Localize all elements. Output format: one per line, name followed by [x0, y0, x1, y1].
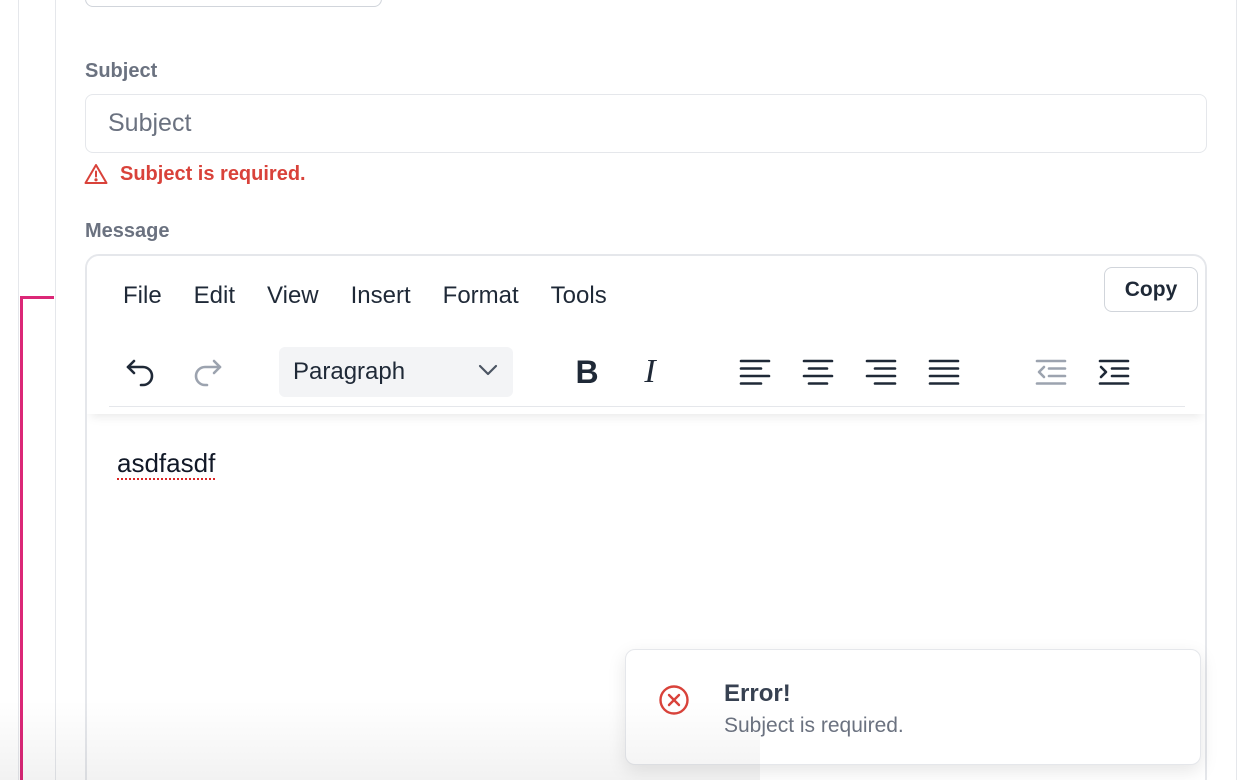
bold-button[interactable]: B: [565, 350, 609, 394]
menu-view[interactable]: View: [251, 282, 335, 310]
editor-header: File Edit View Insert Format Tools Copy: [87, 256, 1205, 414]
outdent-icon: [1035, 358, 1067, 386]
toast-message: Subject is required.: [724, 714, 904, 737]
subject-label: Subject: [85, 60, 158, 82]
subject-error-text: Subject is required.: [120, 162, 306, 185]
content-border: [1236, 0, 1237, 780]
message-label: Message: [85, 220, 170, 242]
align-justify-button[interactable]: [922, 350, 966, 394]
menu-insert[interactable]: Insert: [335, 282, 427, 310]
editor-text: asdfasdf: [117, 448, 216, 478]
warning-icon: [84, 163, 108, 185]
outdent-button[interactable]: [1029, 350, 1073, 394]
menu-tools[interactable]: Tools: [535, 282, 623, 310]
toast-title: Error!: [724, 680, 791, 707]
italic-icon: I: [644, 353, 656, 390]
previous-field[interactable]: [85, 0, 382, 7]
error-toast: Error! Subject is required.: [625, 649, 1201, 765]
block-format-value: Paragraph: [293, 358, 406, 385]
align-center-button[interactable]: [796, 350, 840, 394]
undo-button[interactable]: [119, 350, 163, 394]
align-justify-icon: [928, 358, 960, 386]
copy-button[interactable]: Copy: [1104, 267, 1198, 312]
menu-format[interactable]: Format: [427, 282, 535, 310]
undo-icon: [124, 355, 158, 389]
chevron-down-icon: [477, 363, 499, 382]
align-center-icon: [802, 358, 834, 386]
align-right-icon: [865, 358, 897, 386]
align-left-icon: [739, 358, 771, 386]
align-left-button[interactable]: [733, 350, 777, 394]
editor-menubar: File Edit View Insert Format Tools: [107, 282, 623, 310]
menu-file[interactable]: File: [107, 282, 178, 310]
subject-input[interactable]: [85, 94, 1207, 153]
menu-edit[interactable]: Edit: [178, 282, 251, 310]
error-circle-icon: [658, 684, 690, 721]
italic-button[interactable]: I: [628, 350, 672, 394]
indent-button[interactable]: [1092, 350, 1136, 394]
redo-icon: [190, 355, 224, 389]
align-right-button[interactable]: [859, 350, 903, 394]
editor-content[interactable]: asdfasdf: [117, 448, 215, 479]
block-format-select[interactable]: Paragraph: [279, 347, 513, 397]
active-indicator-line: [20, 296, 54, 780]
indent-icon: [1098, 358, 1130, 386]
subject-error: Subject is required.: [84, 160, 306, 188]
bold-icon: B: [575, 353, 599, 390]
redo-button[interactable]: [185, 350, 229, 394]
toolbar-divider: [109, 406, 1185, 407]
